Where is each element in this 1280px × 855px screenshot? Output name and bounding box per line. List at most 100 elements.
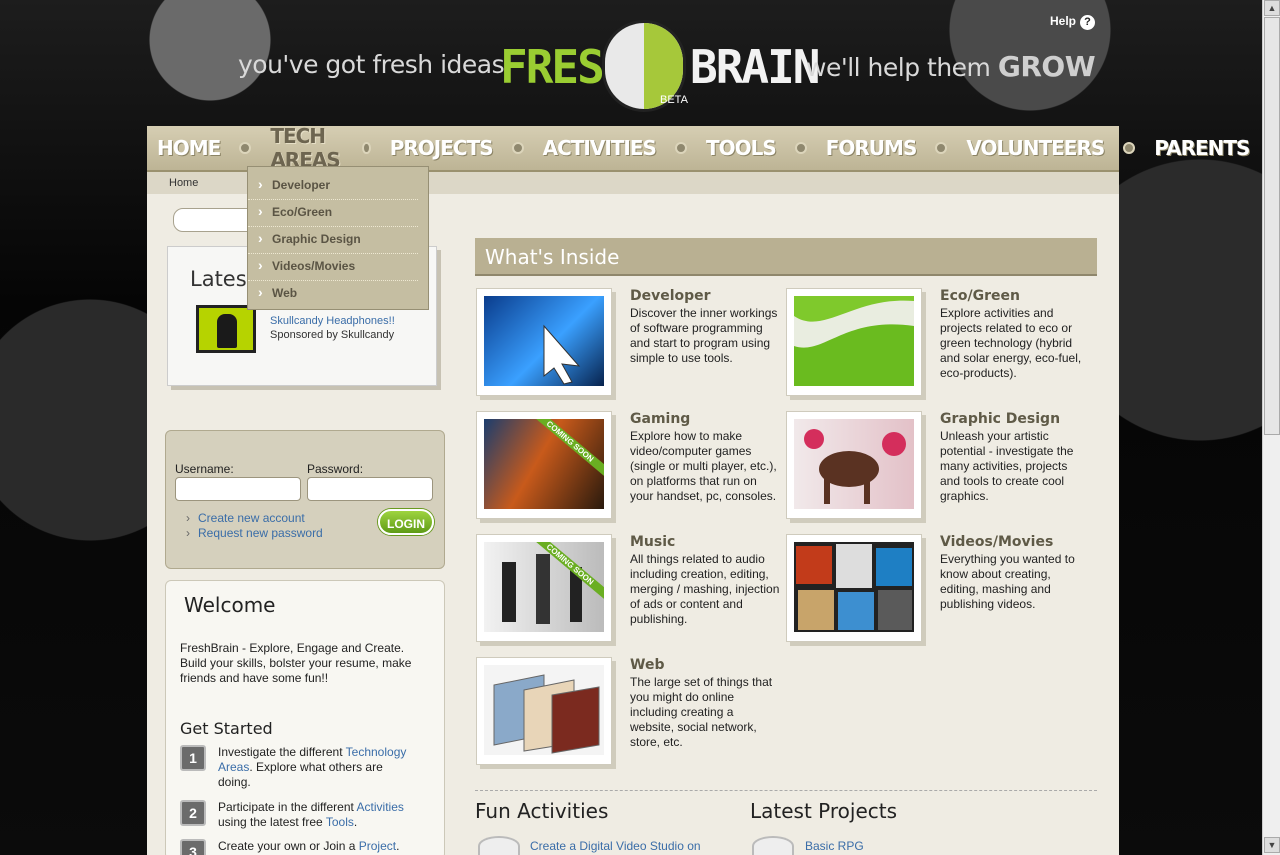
tile-title[interactable]: Graphic Design	[940, 411, 1060, 427]
step-text: Participate in the different Activities …	[218, 800, 404, 829]
scroll-thumb[interactable]	[1264, 17, 1280, 435]
username-field[interactable]	[175, 477, 301, 501]
project-link[interactable]: Project	[359, 839, 396, 853]
dropdown-item-web[interactable]: Web	[248, 280, 418, 308]
tile-gaming[interactable]: COMING SOON Gaming Explore how to make v…	[476, 411, 777, 526]
password-label: Password:	[307, 462, 364, 476]
tile-web[interactable]: Web The large set of things that you mig…	[476, 657, 776, 772]
help-icon: ?	[1080, 15, 1096, 30]
logo-brain-text: BRAIN	[690, 40, 820, 94]
latest-thumbnail[interactable]	[196, 305, 256, 353]
latest-projects-title: Latest Projects	[750, 799, 898, 823]
login-box: Username: Password: Create new account R…	[165, 430, 445, 569]
nav-separator-icon	[239, 142, 252, 154]
scroll-up-icon[interactable]: ▲	[1264, 0, 1280, 16]
latest-sponsor: Sponsored by Skullcandy	[270, 329, 395, 341]
nav-separator-icon	[511, 142, 524, 154]
create-account-link[interactable]: Create new account	[186, 511, 323, 526]
tagline-grow: GROW	[997, 50, 1096, 83]
nav-home-label: HOME	[157, 136, 221, 160]
tools-link[interactable]: Tools	[326, 815, 354, 829]
tile-title[interactable]: Web	[630, 657, 664, 673]
latest-title: Latest	[190, 267, 255, 291]
password-field[interactable]	[307, 477, 433, 501]
nav-parents[interactable]: PARENTS	[1154, 136, 1250, 160]
nav-forums[interactable]: FORUMS	[826, 136, 967, 160]
beta-label: BETA	[660, 94, 688, 106]
tile-description: Explore how to make video/computer games…	[630, 429, 777, 503]
latest-link[interactable]: Skullcandy Headphones!!	[270, 315, 395, 327]
welcome-text: FreshBrain - Explore, Engage and Create.…	[180, 641, 412, 685]
tagline-right: we'll help them GROW	[806, 50, 1096, 83]
tile-image-frame[interactable]	[476, 657, 612, 765]
tile-image-frame[interactable]: COMING SOON	[476, 534, 612, 642]
step-number-icon: 2	[180, 800, 206, 826]
gaming-image: COMING SOON	[484, 419, 604, 509]
nav-activities-label: ACTIVITIES	[542, 136, 657, 160]
request-password-link[interactable]: Request new password	[186, 526, 323, 541]
login-button[interactable]: LOGIN	[378, 509, 434, 535]
tile-eco-green[interactable]: Eco/Green Explore activities and project…	[786, 288, 1086, 403]
welcome-box: Welcome FreshBrain - Explore, Engage and…	[165, 580, 445, 855]
nav-forums-label: FORUMS	[825, 136, 918, 160]
tile-image-frame[interactable]	[786, 411, 922, 519]
activities-link[interactable]: Activities	[357, 800, 404, 814]
graphic-design-image	[794, 419, 914, 509]
tile-graphic-design[interactable]: Graphic Design Unleash your artistic pot…	[786, 411, 1086, 526]
breadcrumb[interactable]: Home	[169, 177, 198, 189]
nav-volunteers[interactable]: VOLUNTEERS	[966, 136, 1154, 160]
vertical-scrollbar[interactable]: ▲ ▼	[1262, 0, 1280, 855]
whats-inside-title: What's Inside	[485, 245, 620, 269]
tagline-right-text: we'll help them	[806, 53, 991, 82]
nav-separator-icon	[674, 142, 687, 154]
nav-tech-areas[interactable]: TECH AREAS	[270, 124, 389, 172]
tile-title[interactable]: Music	[630, 534, 675, 550]
help-link[interactable]: Help?	[1050, 14, 1096, 30]
tile-title[interactable]: Eco/Green	[940, 288, 1020, 304]
fun-activity-link[interactable]: Create a Digital Video Studio on	[530, 839, 701, 853]
project-thumbnail-icon[interactable]	[752, 836, 794, 855]
tile-title[interactable]: Developer	[630, 288, 711, 304]
nav-tools[interactable]: TOOLS	[706, 136, 826, 160]
tile-image-frame[interactable]: COMING SOON	[476, 411, 612, 519]
nav-tools-label: TOOLS	[705, 136, 777, 160]
activity-thumbnail-icon[interactable]	[478, 836, 520, 855]
tile-description: Everything you wanted to know about crea…	[940, 552, 1075, 611]
dropdown-item-graphic-design[interactable]: Graphic Design	[248, 226, 418, 254]
site-header: you've got fresh ideas FRESH BRAIN BETA …	[0, 0, 1262, 128]
tile-description: Unleash your artistic potential - invest…	[940, 429, 1074, 503]
nav-separator-icon	[935, 142, 948, 154]
section-divider	[475, 790, 1097, 791]
step-number-icon: 1	[180, 745, 206, 771]
tile-videos-movies[interactable]: Videos/Movies Everything you wanted to k…	[786, 534, 1086, 649]
dropdown-item-eco-green[interactable]: Eco/Green	[248, 199, 418, 227]
tile-image-frame[interactable]	[476, 288, 612, 396]
freshbrain-logo[interactable]: FRESH BRAIN BETA	[498, 16, 820, 112]
tagline-left: you've got fresh ideas	[238, 50, 505, 79]
tile-description: Explore activities and projects related …	[940, 306, 1082, 380]
tile-title[interactable]: Gaming	[630, 411, 690, 427]
tile-title[interactable]: Videos/Movies	[940, 534, 1053, 550]
tile-music[interactable]: COMING SOON Music All things related to …	[476, 534, 779, 649]
nav-volunteers-label: VOLUNTEERS	[966, 136, 1105, 160]
music-image: COMING SOON	[484, 542, 604, 632]
tile-image-frame[interactable]	[786, 288, 922, 396]
scroll-down-icon[interactable]: ▼	[1264, 837, 1280, 853]
nav-separator-icon	[362, 142, 371, 154]
nav-activities[interactable]: ACTIVITIES	[543, 136, 706, 160]
developer-image	[484, 296, 604, 386]
nav-separator-icon	[1123, 142, 1136, 154]
dropdown-item-developer[interactable]: Developer	[248, 172, 418, 200]
tile-image-frame[interactable]	[786, 534, 922, 642]
latest-project-link[interactable]: Basic RPG	[805, 839, 864, 853]
nav-projects[interactable]: PROJECTS	[390, 136, 543, 160]
step-text: Create your own or Join a Project.	[218, 839, 400, 853]
nav-parents-label: PARENTS	[1154, 136, 1250, 160]
tile-developer[interactable]: Developer Discover the inner workings of…	[476, 288, 777, 403]
dropdown-item-videos-movies[interactable]: Videos/Movies	[248, 253, 418, 281]
tile-description: The large set of things that you might d…	[630, 675, 773, 749]
nav-home[interactable]: HOME	[157, 136, 270, 160]
tile-description: All things related to audio including cr…	[630, 552, 780, 626]
nav-projects-label: PROJECTS	[389, 136, 494, 160]
tile-description: Discover the inner workings of software …	[630, 306, 778, 365]
